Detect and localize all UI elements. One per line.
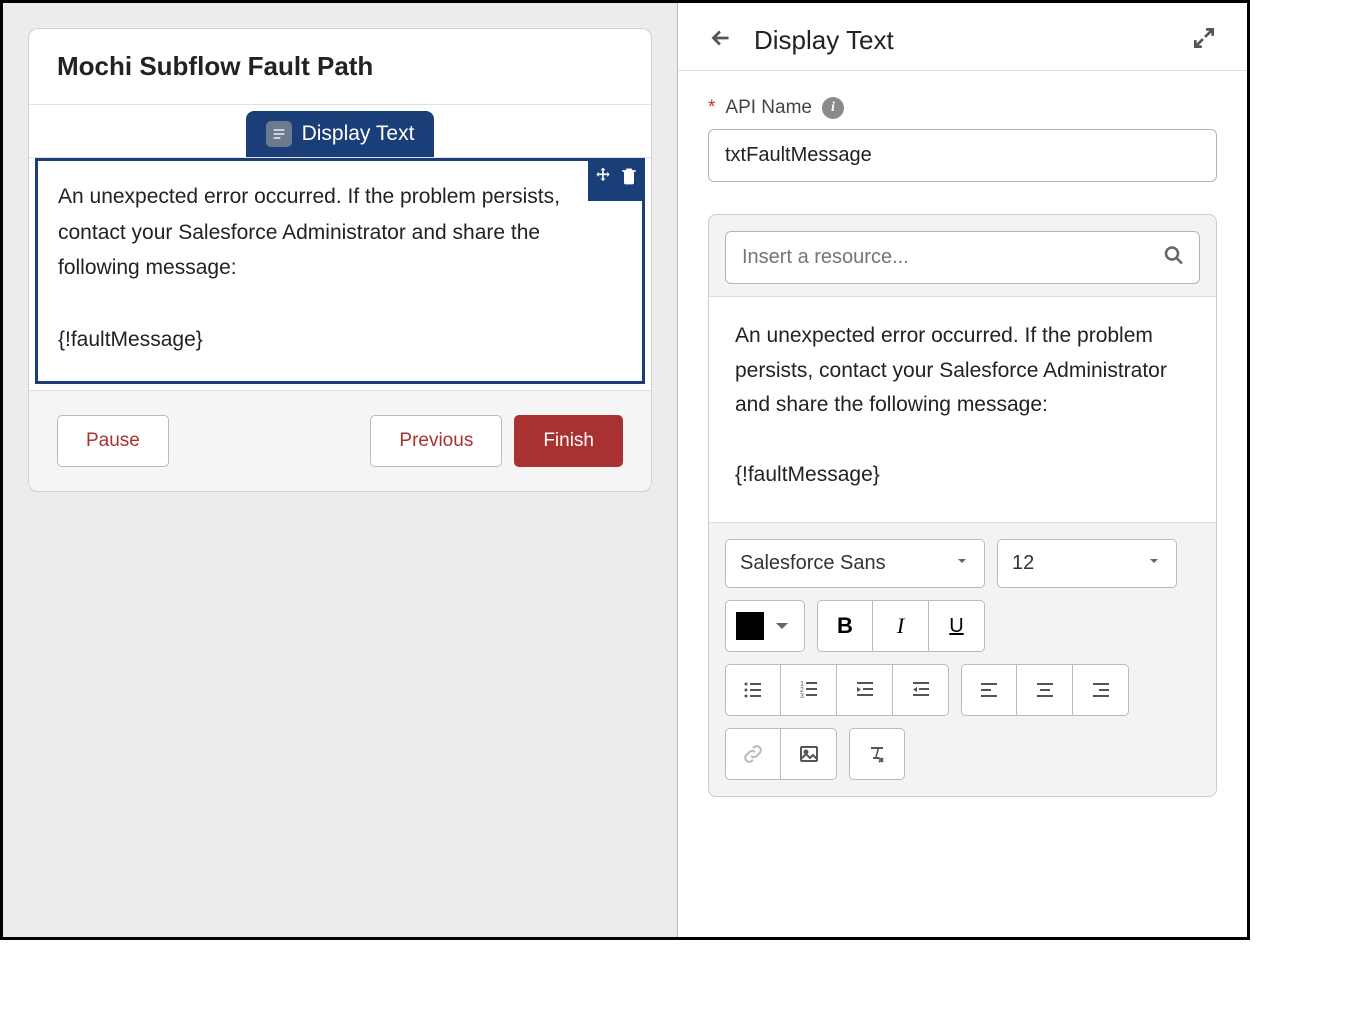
- resource-picker-row: [709, 215, 1216, 296]
- resource-picker-input[interactable]: [725, 231, 1200, 284]
- info-icon[interactable]: i: [822, 97, 844, 119]
- editor-toolbar: Salesforce Sans 12 B: [709, 523, 1216, 796]
- font-size-value: 12: [1012, 552, 1034, 575]
- list-indent-group: 123: [725, 664, 949, 716]
- message-paragraph: An unexpected error occurred. If the pro…: [58, 179, 622, 286]
- numbered-list-button[interactable]: 123: [781, 664, 837, 716]
- align-left-button[interactable]: [961, 664, 1017, 716]
- block-controls: [588, 159, 644, 201]
- api-name-input[interactable]: [708, 129, 1217, 182]
- api-name-label-row: * API Name i: [708, 97, 1217, 119]
- required-star: *: [708, 97, 715, 119]
- image-button[interactable]: [781, 728, 837, 780]
- back-arrow-icon[interactable]: [708, 25, 734, 56]
- indent-button[interactable]: [837, 664, 893, 716]
- finish-button[interactable]: Finish: [514, 415, 623, 467]
- editor-content-area[interactable]: An unexpected error occurred. If the pro…: [709, 296, 1216, 523]
- insert-group: [725, 728, 837, 780]
- panel-header: Display Text: [708, 25, 1217, 56]
- pause-button[interactable]: Pause: [57, 415, 169, 467]
- delete-icon[interactable]: [619, 162, 639, 198]
- font-family-value: Salesforce Sans: [740, 552, 886, 575]
- color-swatch: [736, 612, 764, 640]
- display-text-icon: [266, 121, 292, 147]
- bold-button[interactable]: B: [817, 600, 873, 652]
- chevron-down-icon: [1146, 552, 1162, 575]
- expand-icon[interactable]: [1191, 25, 1217, 56]
- card-title: Mochi Subflow Fault Path: [29, 29, 651, 105]
- move-icon[interactable]: [593, 162, 613, 198]
- svg-text:3: 3: [800, 693, 804, 700]
- align-center-button[interactable]: [1017, 664, 1073, 716]
- previous-button[interactable]: Previous: [370, 415, 502, 467]
- properties-panel: Display Text * API Name i: [678, 3, 1247, 937]
- rich-text-editor-panel: An unexpected error occurred. If the pro…: [708, 214, 1217, 797]
- clear-format-button[interactable]: [849, 728, 905, 780]
- link-button[interactable]: [725, 728, 781, 780]
- underline-button[interactable]: U: [929, 600, 985, 652]
- align-group: [961, 664, 1129, 716]
- component-tab-row: Display Text: [29, 105, 651, 158]
- search-icon[interactable]: [1162, 243, 1186, 272]
- outdent-button[interactable]: [893, 664, 949, 716]
- editor-paragraph: An unexpected error occurred. If the pro…: [735, 319, 1190, 423]
- flow-card: Mochi Subflow Fault Path Display Text: [28, 28, 652, 492]
- message-token: {!faultMessage}: [58, 322, 622, 358]
- tab-label: Display Text: [302, 122, 415, 146]
- text-block-wrapper: An unexpected error occurred. If the pro…: [29, 158, 651, 390]
- font-size-select[interactable]: 12: [997, 539, 1177, 588]
- bullet-list-button[interactable]: [725, 664, 781, 716]
- text-style-group: B I U: [817, 600, 985, 652]
- chevron-down-icon: [954, 552, 970, 575]
- text-color-button[interactable]: [725, 600, 805, 652]
- font-family-select[interactable]: Salesforce Sans: [725, 539, 985, 588]
- display-text-block[interactable]: An unexpected error occurred. If the pro…: [35, 158, 645, 384]
- italic-button[interactable]: I: [873, 600, 929, 652]
- card-footer: Pause Previous Finish: [29, 390, 651, 491]
- flow-preview-panel: Mochi Subflow Fault Path Display Text: [3, 3, 678, 937]
- footer-right-group: Previous Finish: [370, 415, 623, 467]
- display-text-tab[interactable]: Display Text: [246, 111, 435, 157]
- panel-title: Display Text: [754, 25, 894, 56]
- divider: [678, 70, 1247, 71]
- align-right-button[interactable]: [1073, 664, 1129, 716]
- api-name-label: API Name: [725, 97, 812, 119]
- editor-token: {!faultMessage}: [735, 458, 1190, 493]
